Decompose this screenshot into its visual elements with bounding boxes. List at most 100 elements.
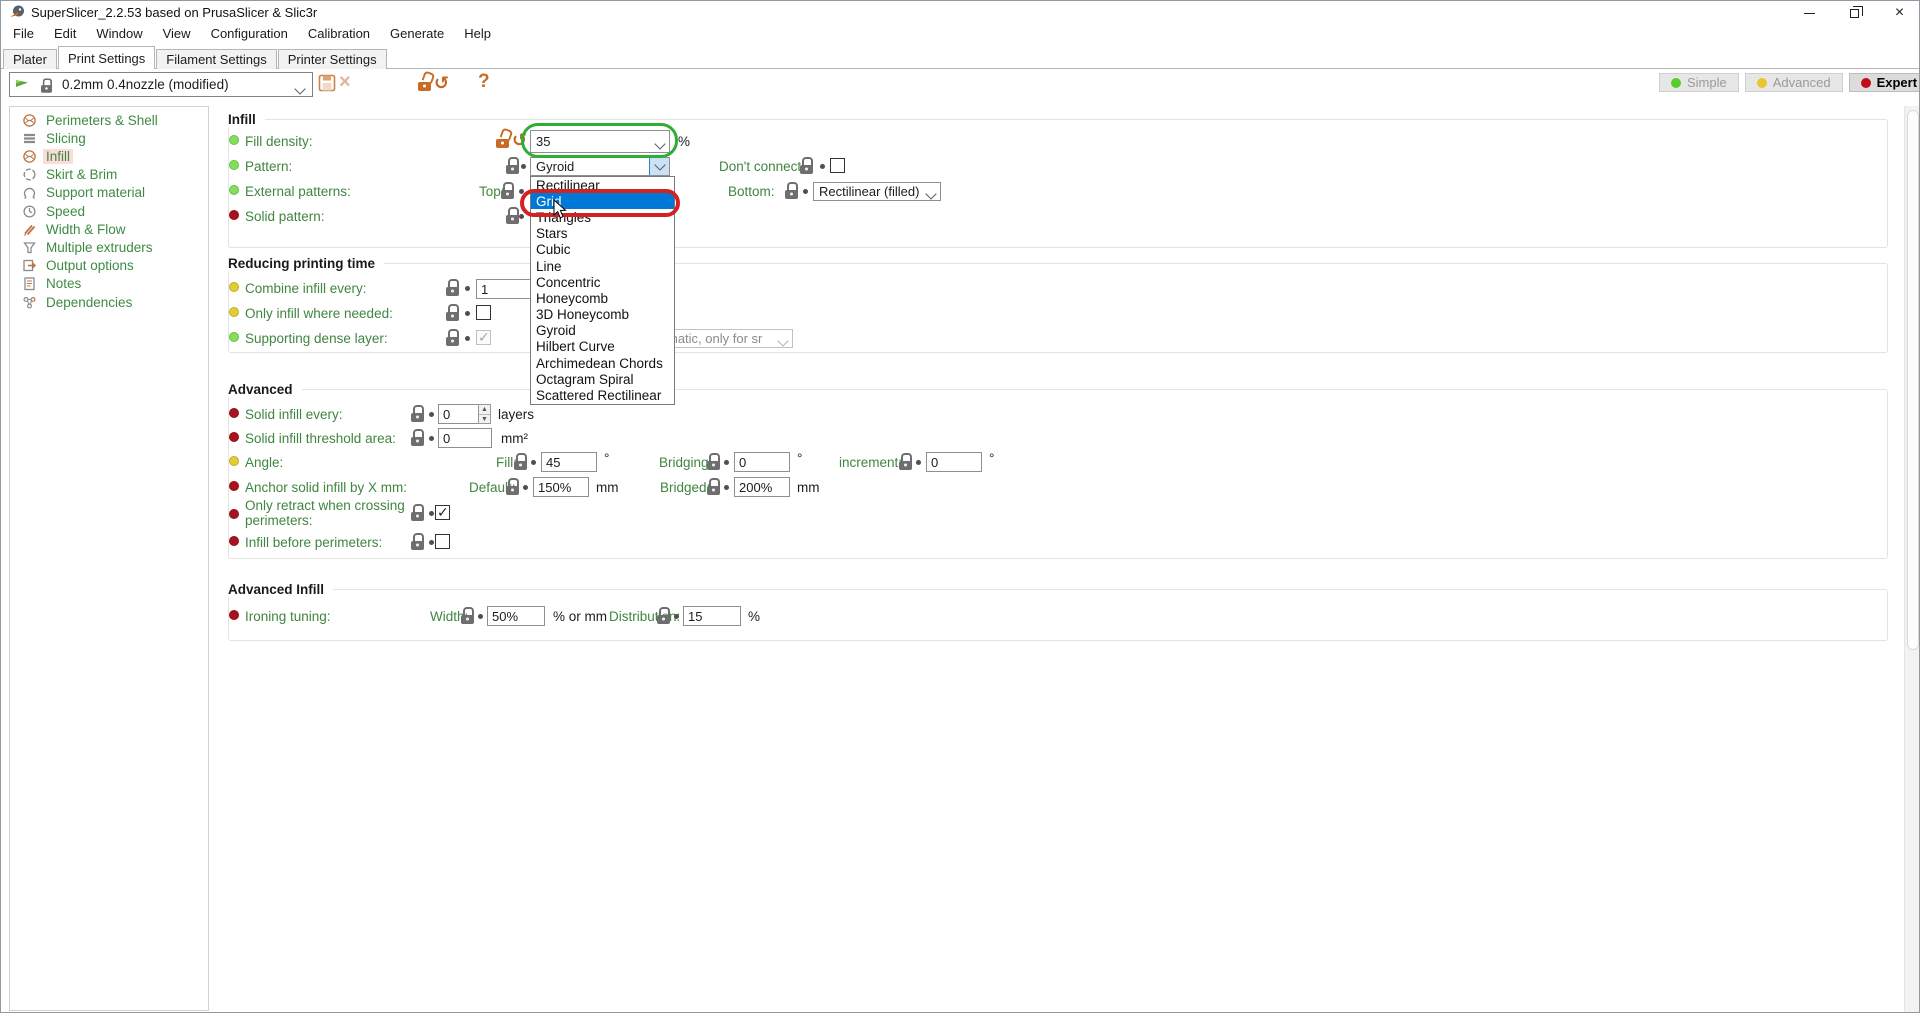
dropdown-option-gyroid[interactable]: Gyroid <box>531 323 674 339</box>
dropdown-option-scattered-rectilinear[interactable]: Scattered Rectilinear <box>531 387 674 403</box>
simple-mode-dot-icon <box>1671 78 1681 88</box>
only-retract-lock-icon[interactable] <box>411 504 424 521</box>
external-bottom-label: Bottom: <box>728 184 775 199</box>
help-button[interactable]: ? <box>478 71 490 93</box>
sidebar-item-infill[interactable]: Infill <box>10 147 208 165</box>
sidebar-item-slicing[interactable]: Slicing <box>10 129 208 147</box>
ironing-distribution-dot-icon <box>674 614 679 619</box>
solid-every-lock-icon[interactable] <box>411 405 424 422</box>
angle-fill-input[interactable] <box>541 452 597 472</box>
only-retract-checkbox[interactable] <box>435 505 450 520</box>
dropdown-option-hilbert-curve[interactable]: Hilbert Curve <box>531 339 674 355</box>
minimize-button[interactable] <box>1787 1 1832 25</box>
close-icon: × <box>1895 5 1904 21</box>
pattern-combo-open-button[interactable] <box>649 158 669 175</box>
sidebar-item-perimeters-shell[interactable]: Perimeters & Shell <box>10 111 208 129</box>
menu-item-edit[interactable]: Edit <box>44 23 86 45</box>
close-button[interactable]: × <box>1877 1 1920 25</box>
angle-increment-lock-icon[interactable] <box>899 453 912 470</box>
save-preset-icon[interactable] <box>318 74 336 92</box>
scrollbar-thumb[interactable] <box>1907 110 1919 650</box>
solid-pattern-lock-icon[interactable] <box>506 207 519 224</box>
only-where-lock-icon[interactable] <box>446 304 459 321</box>
sidebar-item-speed[interactable]: Speed <box>10 202 208 220</box>
sidebar-item-output-options[interactable]: Output options <box>10 257 208 275</box>
menu-item-configuration[interactable]: Configuration <box>201 23 298 45</box>
anchor-default-lock-icon[interactable] <box>506 478 519 495</box>
menu-item-generate[interactable]: Generate <box>380 23 454 45</box>
solid-pattern-dot-icon <box>519 214 524 219</box>
dropdown-option-honeycomb[interactable]: Honeycomb <box>531 290 674 306</box>
sidebar-item-width-flow[interactable]: Width & Flow <box>10 220 208 238</box>
dont-connect-lock-icon[interactable] <box>800 157 813 174</box>
mode-button-expert[interactable]: Expert <box>1849 73 1920 92</box>
external-bottom-lock-icon[interactable] <box>785 182 798 199</box>
ironing-width-input[interactable] <box>487 606 545 626</box>
sidebar-item-support-material[interactable]: Support material <box>10 184 208 202</box>
before-perimeters-checkbox[interactable] <box>435 534 450 549</box>
dense-layer-checkbox <box>476 330 491 345</box>
ironing-width-lock-icon[interactable] <box>461 607 474 624</box>
toolbar-undo-icon[interactable]: ↺ <box>434 74 449 92</box>
threshold-input[interactable] <box>438 428 492 448</box>
angle-fill-dot-icon <box>531 460 536 465</box>
combine-lock-icon[interactable] <box>446 279 459 296</box>
preset-chevron-icon <box>296 80 304 98</box>
sidebar-item-skirt-brim[interactable]: Skirt & Brim <box>10 166 208 184</box>
mode-button-advanced[interactable]: Advanced <box>1745 73 1843 92</box>
pattern-lock-icon[interactable] <box>506 157 519 174</box>
ironing-distribution-input[interactable] <box>683 606 741 626</box>
dont-connect-checkbox[interactable] <box>830 158 845 173</box>
anchor-bridged-input[interactable] <box>734 477 790 497</box>
dropdown-option-concentric[interactable]: Concentric <box>531 274 674 290</box>
menu-item-view[interactable]: View <box>153 23 201 45</box>
threshold-lock-icon[interactable] <box>411 429 424 446</box>
before-perimeters-lock-icon[interactable] <box>411 533 424 550</box>
menu-item-window[interactable]: Window <box>86 23 152 45</box>
external-bottom-combo[interactable]: Rectilinear (filled) <box>813 182 941 201</box>
only-where-checkbox[interactable] <box>476 305 491 320</box>
sidebar-item-multiple-extruders[interactable]: Multiple extruders <box>10 238 208 256</box>
angle-fill-lock-icon[interactable] <box>514 453 527 470</box>
dropdown-option-archimedean-chords[interactable]: Archimedean Chords <box>531 355 674 371</box>
dropdown-option-cubic[interactable]: Cubic <box>531 242 674 258</box>
pattern-bullet <box>229 160 239 170</box>
anchor-default-input[interactable] <box>533 477 589 497</box>
menu-item-file[interactable]: File <box>3 23 44 45</box>
sidebar-item-label: Support material <box>43 185 148 200</box>
toolbar-unlock-icon[interactable] <box>418 74 431 91</box>
angle-bridging-lock-icon[interactable] <box>707 453 720 470</box>
angle-bridging-input[interactable] <box>734 452 790 472</box>
delete-preset-icon[interactable]: × <box>339 71 351 94</box>
dense-layer-lock-icon[interactable] <box>446 329 459 346</box>
external-top-lock-icon[interactable] <box>501 182 514 199</box>
anchor-bridged-lock-icon[interactable] <box>707 478 720 495</box>
angle-increment-input[interactable] <box>926 452 982 472</box>
before-perimeters-bullet <box>229 536 239 546</box>
tab-plater[interactable]: Plater <box>3 49 57 69</box>
sidebar-item-label: Skirt & Brim <box>43 167 120 182</box>
preset-select[interactable]: 0.2mm 0.4nozzle (modified) <box>9 72 313 97</box>
menu-item-calibration[interactable]: Calibration <box>298 23 380 45</box>
pattern-combo[interactable]: Gyroid <box>530 157 670 176</box>
tab-printer-settings[interactable]: Printer Settings <box>278 49 387 69</box>
scrollbar-track[interactable] <box>1904 106 1920 1013</box>
solid-every-input[interactable] <box>438 404 479 424</box>
menu-item-help[interactable]: Help <box>454 23 501 45</box>
restore-button[interactable] <box>1832 1 1877 25</box>
dropdown-option-line[interactable]: Line <box>531 258 674 274</box>
sidebar-item-notes[interactable]: Notes <box>10 275 208 293</box>
combine-dot-icon <box>465 286 470 291</box>
fill-density-unlock-icon[interactable] <box>496 131 509 148</box>
tab-print-settings[interactable]: Print Settings <box>58 46 155 69</box>
ironing-distribution-lock-icon[interactable] <box>657 607 670 624</box>
notes-icon <box>22 276 37 291</box>
solid-every-spinner[interactable]: ▲▼ <box>478 404 491 424</box>
tab-filament-settings[interactable]: Filament Settings <box>156 49 276 69</box>
sidebar-item-dependencies[interactable]: Dependencies <box>10 293 208 311</box>
dropdown-option-octagram-spiral[interactable]: Octagram Spiral <box>531 371 674 387</box>
dropdown-option-3d-honeycomb[interactable]: 3D Honeycomb <box>531 307 674 323</box>
mode-button-simple[interactable]: Simple <box>1659 73 1739 92</box>
dropdown-option-stars[interactable]: Stars <box>531 226 674 242</box>
app-logo-icon <box>9 4 25 20</box>
